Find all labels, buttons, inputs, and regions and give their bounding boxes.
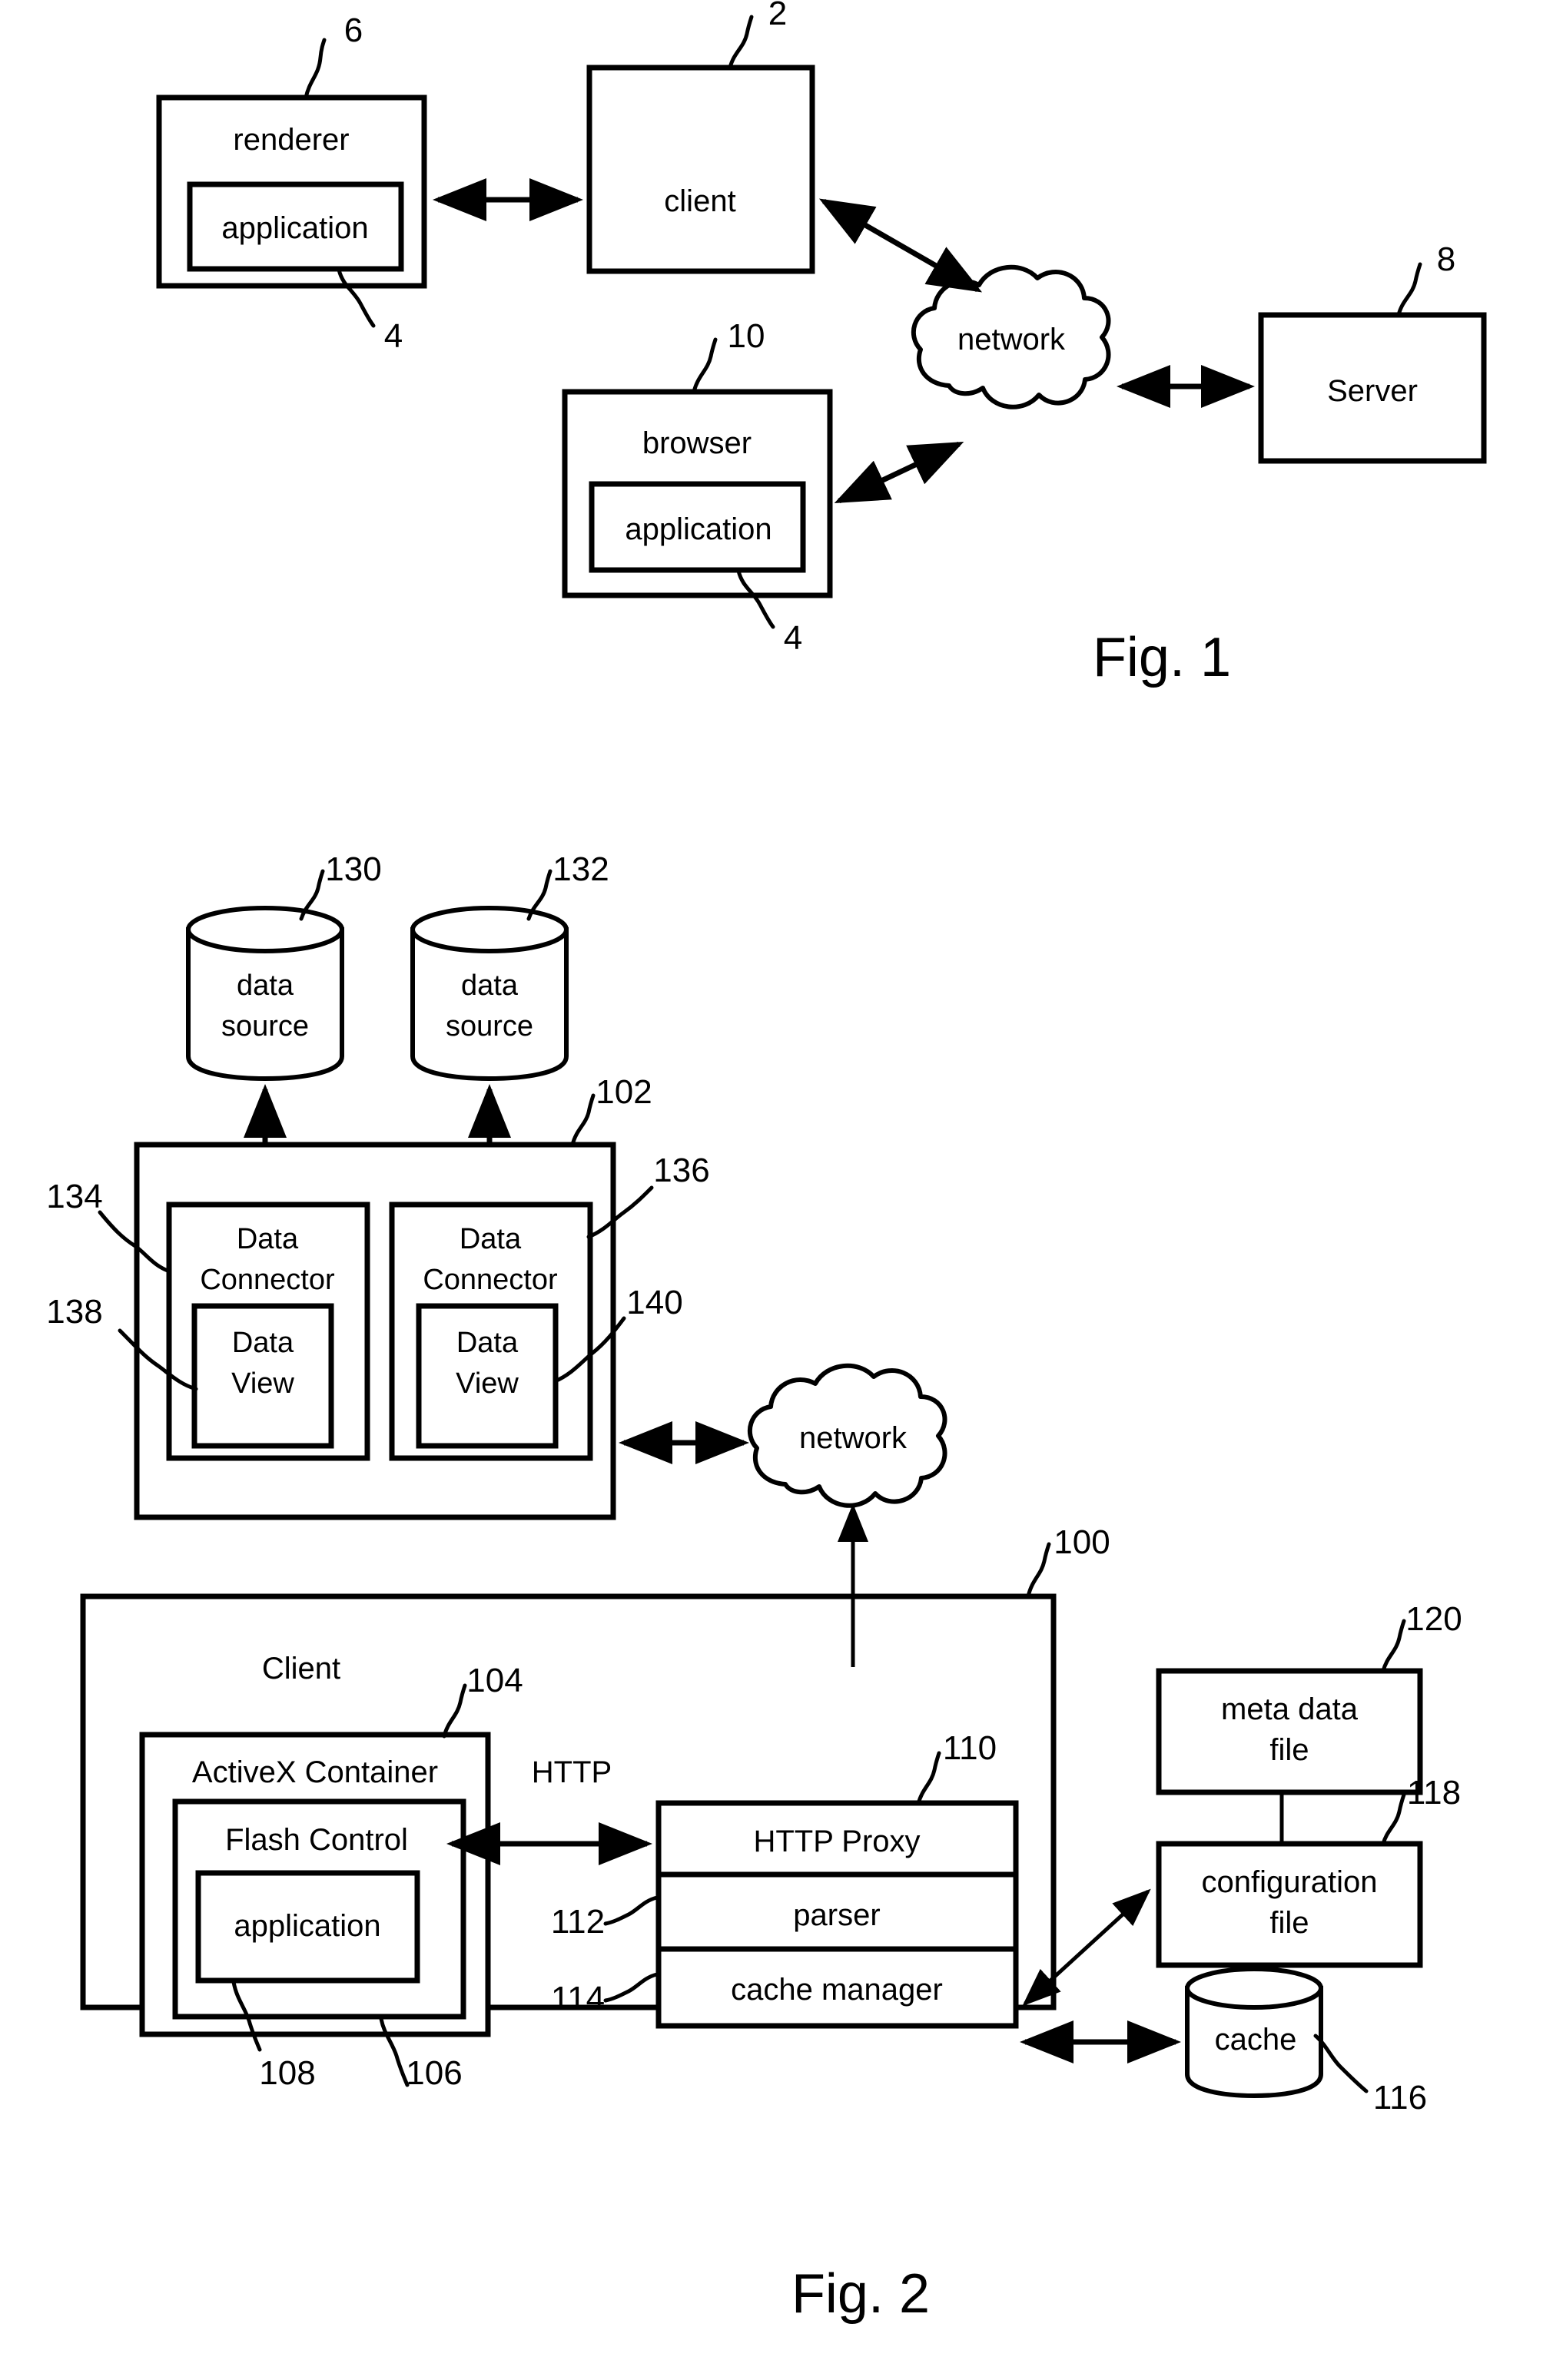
fig2-cache-manager-label: cache manager: [731, 1973, 943, 2007]
fig1-server-label: Server: [1327, 374, 1418, 408]
fig1-browser-node: browser application: [562, 389, 833, 598]
fig2-caption: Fig. 2: [791, 2263, 930, 2325]
fig2-data-connector-1: Data Connector Data View: [166, 1202, 370, 1461]
fig2-ref-110: 110: [943, 1729, 997, 1767]
fig2-http-proxy-label: HTTP Proxy: [753, 1825, 920, 1858]
fig1-caption: Fig. 1: [1093, 627, 1231, 688]
fig2-ref-118: 118: [1407, 1774, 1461, 1812]
fig2-flash-control-label: Flash Control: [225, 1823, 408, 1857]
fig2-configuration-file: configuration file: [1156, 1841, 1423, 1968]
fig1-ref-8: 8: [1437, 240, 1455, 278]
fig2-ref-136: 136: [653, 1152, 709, 1189]
fig2-ref-130: 130: [325, 850, 381, 888]
fig2-network-label: network: [799, 1421, 908, 1455]
fig2-ref-114: 114: [551, 1980, 605, 2017]
fig1-server-node: Server: [1258, 312, 1487, 464]
fig1-network-label: network: [957, 323, 1066, 356]
fig2-configuration-file-label-1: configuration: [1201, 1865, 1377, 1899]
fig1-browser-label: browser: [642, 426, 752, 460]
fig2-activex-container-label: ActiveX Container: [192, 1755, 438, 1789]
fig2-ref-106: 106: [406, 2054, 462, 2092]
fig2-data-source-2-label-2: source: [446, 1010, 533, 1042]
fig2-data-connector-1-label-1: Data: [237, 1223, 299, 1255]
fig2-data-source-1-label-2: source: [221, 1010, 309, 1042]
fig2-cache-label: cache: [1215, 2023, 1297, 2057]
fig1-ref-6: 6: [344, 12, 363, 49]
fig2-data-source-1: data source: [186, 906, 344, 1082]
fig2-cache-cylinder: cache: [1185, 1967, 1323, 2099]
fig2-activex-container: ActiveX Container Flash Control applicat…: [139, 1732, 491, 2037]
fig2-http-edge-label: HTTP: [532, 1755, 612, 1789]
fig2-flash-application-label: application: [234, 1909, 380, 1943]
fig2-data-connector-1-label-2: Connector: [200, 1264, 335, 1296]
fig2-configuration-file-label-2: file: [1269, 1906, 1309, 1940]
fig2-ref-112: 112: [551, 1903, 605, 1941]
fig1-edge-client-network: [818, 198, 983, 293]
fig2-meta-data-file: meta data file: [1156, 1668, 1423, 1795]
fig2-data-connector-2-label-1: Data: [460, 1223, 522, 1255]
fig2-data-source-1-label-1: data: [237, 970, 294, 1002]
fig2-data-source-2: data source: [410, 906, 569, 1082]
figure-1: renderer application 6 4 client 2 networ…: [156, 0, 1487, 688]
fig1-ref-4-renderer: 4: [384, 317, 403, 355]
fig1-ref-10: 10: [728, 317, 765, 355]
fig1-client-node: client: [586, 65, 815, 274]
fig2-data-view-1-label-1: Data: [232, 1327, 294, 1359]
fig1-edge-browser-network: [834, 441, 964, 504]
fig1-network-cloud: network: [911, 264, 1111, 409]
fig1-browser-application-label: application: [625, 512, 772, 546]
fig2-http-proxy-stack: HTTP Proxy parser cache manager: [655, 1800, 1019, 2029]
fig2-data-connector-2-label-2: Connector: [423, 1264, 558, 1296]
fig2-data-connector-2: Data Connector Data View: [389, 1202, 593, 1461]
fig2-ref-102: 102: [596, 1073, 652, 1111]
fig2-data-view-2-label-1: Data: [456, 1327, 519, 1359]
fig2-ref-104: 104: [466, 1662, 523, 1699]
fig2-ref-116: 116: [1373, 2079, 1427, 2116]
fig2-ref-120: 120: [1405, 1600, 1462, 1638]
fig2-meta-data-file-label-2: file: [1269, 1733, 1309, 1767]
fig1-ref-2: 2: [768, 0, 787, 32]
fig2-network-cloud: network: [748, 1363, 947, 1508]
fig2-ref-134: 134: [46, 1178, 102, 1215]
fig2-data-view-2-label-2: View: [456, 1367, 519, 1400]
fig1-client-label: client: [664, 184, 735, 218]
fig2-ref-132: 132: [553, 850, 609, 888]
fig2-data-source-2-label-1: data: [461, 970, 519, 1002]
fig2-ref-108: 108: [259, 2054, 315, 2092]
fig1-renderer-label: renderer: [233, 123, 349, 157]
fig1-renderer-application-label: application: [221, 211, 368, 245]
fig2-meta-data-file-label-1: meta data: [1221, 1692, 1359, 1726]
fig2-ref-100: 100: [1054, 1523, 1110, 1561]
fig1-ref-4-browser: 4: [784, 619, 802, 657]
fig2-parser-label: parser: [793, 1898, 880, 1932]
fig2-ref-138: 138: [46, 1293, 102, 1331]
fig2-ref-140: 140: [626, 1284, 682, 1321]
fig2-client-label: Client: [262, 1652, 340, 1686]
fig1-renderer-node: renderer application: [156, 94, 427, 289]
figure-2: data source 130 data source 132 102 Data…: [46, 850, 1462, 2325]
patent-drawing-sheet: renderer application 6 4 client 2 networ…: [0, 0, 1553, 2380]
fig2-data-view-1-label-2: View: [231, 1367, 294, 1400]
